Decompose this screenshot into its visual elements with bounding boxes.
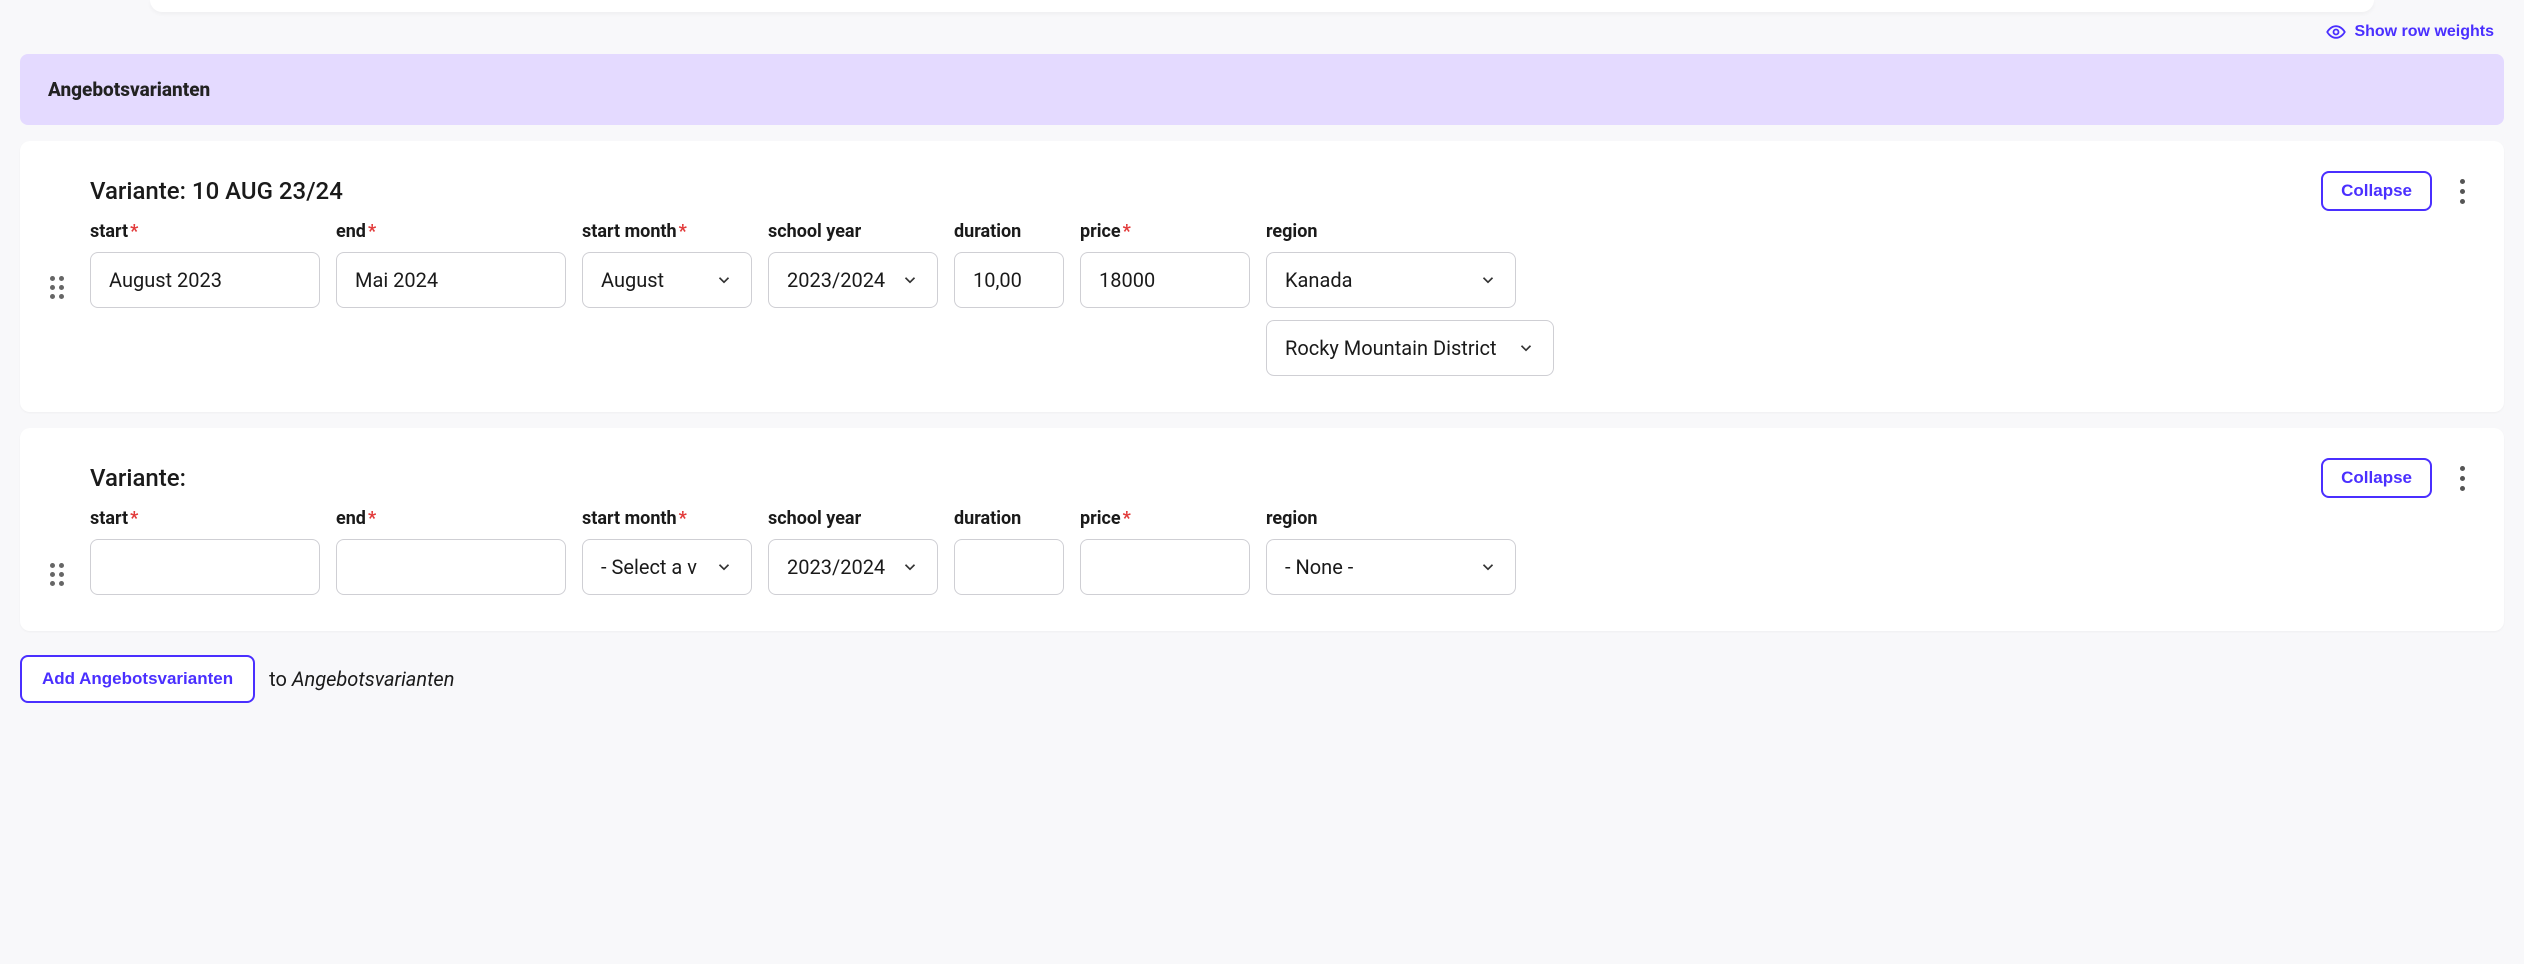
start-month-select[interactable]: August bbox=[582, 252, 752, 308]
duration-label: duration bbox=[954, 508, 1064, 529]
variant-card: Variante: 10 AUG 23/24 Collapse start* e… bbox=[20, 141, 2504, 412]
collapse-button[interactable]: Collapse bbox=[2321, 458, 2432, 498]
add-angebotsvarianten-button[interactable]: Add Angebotsvarianten bbox=[20, 655, 255, 703]
end-input[interactable] bbox=[336, 252, 566, 308]
variant-card: Variante: Collapse start* end* start mon… bbox=[20, 428, 2504, 631]
region-value: Kanada bbox=[1285, 268, 1353, 292]
duration-input[interactable] bbox=[954, 539, 1064, 595]
region-value: - None - bbox=[1285, 555, 1353, 579]
section-title: Angebotsvarianten bbox=[48, 78, 210, 101]
school-year-field: school year 2023/2024 bbox=[768, 508, 938, 595]
start-field: start* bbox=[90, 508, 320, 595]
end-label: end* bbox=[336, 508, 566, 529]
show-row-weights-label: Show row weights bbox=[2354, 23, 2494, 41]
end-input[interactable] bbox=[336, 539, 566, 595]
start-month-label: start month* bbox=[582, 221, 752, 242]
collapse-button[interactable]: Collapse bbox=[2321, 171, 2432, 211]
chevron-down-icon bbox=[715, 271, 733, 289]
start-label: start* bbox=[90, 221, 320, 242]
eye-icon bbox=[2326, 22, 2346, 42]
add-row: Add Angebotsvarianten to Angebotsvariant… bbox=[20, 655, 2504, 703]
variant-body-row: start* end* start month* - Select a v sc… bbox=[50, 508, 2474, 595]
region-field: region Kanada Rocky Mountain District bbox=[1266, 221, 1554, 376]
show-row-weights-button[interactable]: Show row weights bbox=[2326, 22, 2494, 42]
variant-title: Variante: bbox=[90, 464, 186, 492]
more-actions-button[interactable] bbox=[2450, 463, 2474, 493]
region-select[interactable]: - None - bbox=[1266, 539, 1516, 595]
start-month-value: August bbox=[601, 268, 664, 292]
variant-header-actions: Collapse bbox=[2321, 458, 2474, 498]
start-month-field: start month* August bbox=[582, 221, 752, 308]
district-select[interactable]: Rocky Mountain District bbox=[1266, 320, 1554, 376]
variant-header-row: Variante: Collapse bbox=[90, 458, 2474, 498]
end-label: end* bbox=[336, 221, 566, 242]
chevron-down-icon bbox=[901, 558, 919, 576]
start-month-field: start month* - Select a v bbox=[582, 508, 752, 595]
duration-field: duration bbox=[954, 221, 1064, 308]
start-month-select[interactable]: - Select a v bbox=[582, 539, 752, 595]
region-select[interactable]: Kanada bbox=[1266, 252, 1516, 308]
school-year-select[interactable]: 2023/2024 bbox=[768, 539, 938, 595]
school-year-label: school year bbox=[768, 508, 938, 529]
chevron-down-icon bbox=[1479, 271, 1497, 289]
duration-field: duration bbox=[954, 508, 1064, 595]
start-month-label: start month* bbox=[582, 508, 752, 529]
end-field: end* bbox=[336, 508, 566, 595]
price-input[interactable] bbox=[1080, 539, 1250, 595]
price-label: price* bbox=[1080, 508, 1250, 529]
chevron-down-icon bbox=[1479, 558, 1497, 576]
variant-fields-row: start* end* start month* August school y… bbox=[90, 221, 2474, 376]
variant-header-actions: Collapse bbox=[2321, 171, 2474, 211]
drag-handle-icon[interactable] bbox=[50, 563, 70, 586]
drag-handle-icon[interactable] bbox=[50, 276, 70, 299]
start-field: start* bbox=[90, 221, 320, 308]
start-month-value: - Select a v bbox=[601, 555, 697, 579]
region-field: region - None - bbox=[1266, 508, 1516, 595]
price-field: price* bbox=[1080, 221, 1250, 308]
section-header: Angebotsvarianten bbox=[20, 54, 2504, 125]
chevron-down-icon bbox=[901, 271, 919, 289]
show-weights-row: Show row weights bbox=[20, 12, 2504, 54]
region-label: region bbox=[1266, 221, 1554, 242]
school-year-label: school year bbox=[768, 221, 938, 242]
variant-title: Variante: 10 AUG 23/24 bbox=[90, 177, 343, 205]
price-field: price* bbox=[1080, 508, 1250, 595]
school-year-value: 2023/2024 bbox=[787, 555, 885, 579]
variant-fields-row: start* end* start month* - Select a v sc… bbox=[90, 508, 2474, 595]
school-year-select[interactable]: 2023/2024 bbox=[768, 252, 938, 308]
duration-input[interactable] bbox=[954, 252, 1064, 308]
chevron-down-icon bbox=[1517, 339, 1535, 357]
start-input[interactable] bbox=[90, 252, 320, 308]
price-label: price* bbox=[1080, 221, 1250, 242]
variant-body-row: start* end* start month* August school y… bbox=[50, 221, 2474, 376]
district-value: Rocky Mountain District bbox=[1285, 336, 1497, 360]
add-to-text: to Angebotsvarianten bbox=[269, 667, 454, 691]
variant-header-row: Variante: 10 AUG 23/24 Collapse bbox=[90, 171, 2474, 211]
chevron-down-icon bbox=[715, 558, 733, 576]
region-label: region bbox=[1266, 508, 1516, 529]
price-input[interactable] bbox=[1080, 252, 1250, 308]
duration-label: duration bbox=[954, 221, 1064, 242]
page-shadow-divider bbox=[150, 0, 2374, 12]
more-actions-button[interactable] bbox=[2450, 176, 2474, 206]
school-year-field: school year 2023/2024 bbox=[768, 221, 938, 308]
school-year-value: 2023/2024 bbox=[787, 268, 885, 292]
end-field: end* bbox=[336, 221, 566, 308]
start-label: start* bbox=[90, 508, 320, 529]
start-input[interactable] bbox=[90, 539, 320, 595]
